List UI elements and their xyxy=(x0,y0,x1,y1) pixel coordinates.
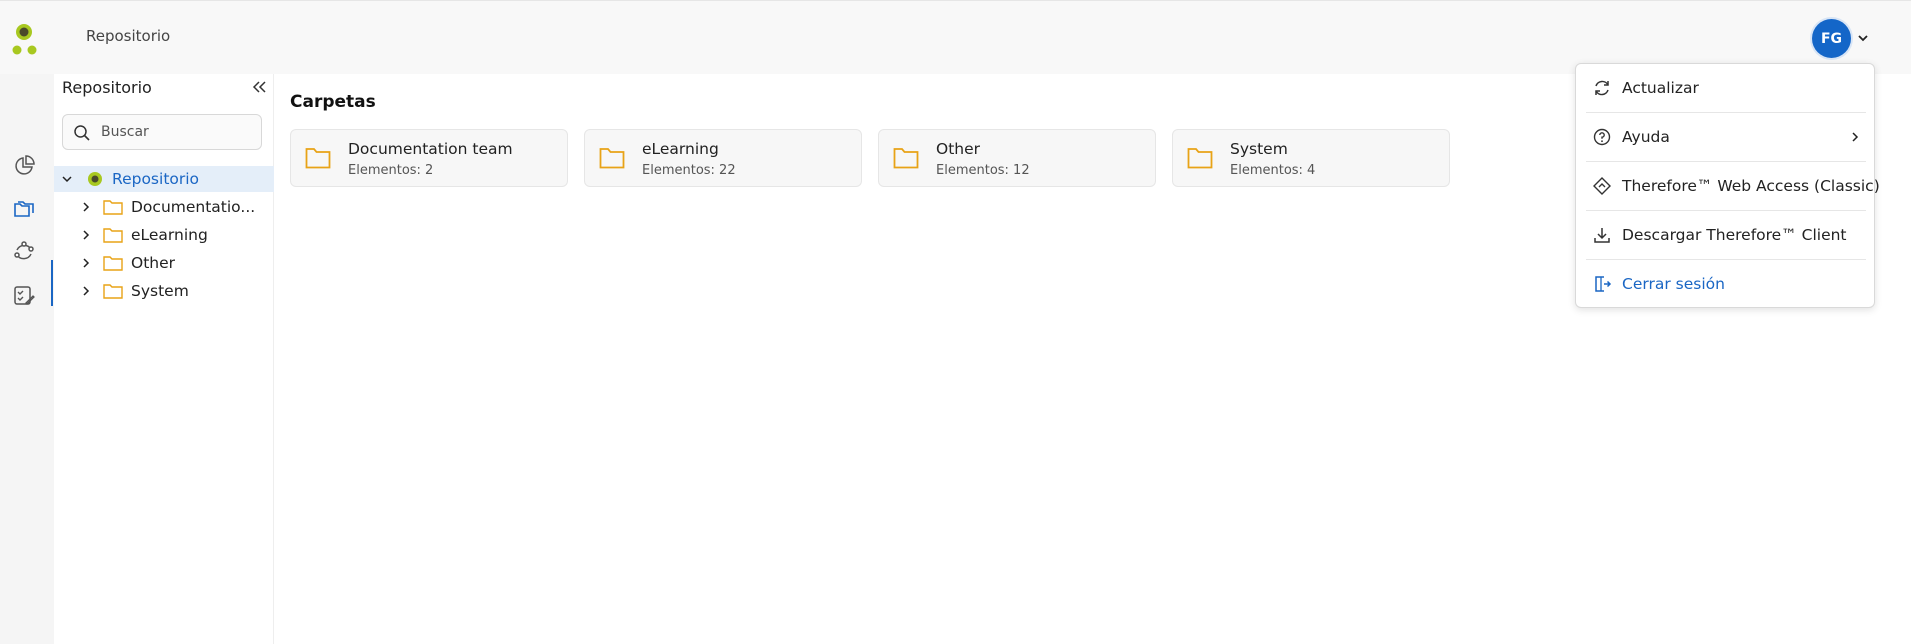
tree-item-label: Documentatio... xyxy=(131,198,256,216)
folder-count: Elementos: 22 xyxy=(642,163,736,178)
menu-item-label: Therefore™ Web Access (Classic) xyxy=(1622,177,1880,195)
folder-card-other[interactable]: Other Elementos: 12 xyxy=(878,129,1156,187)
folder-card-system[interactable]: System Elementos: 4 xyxy=(1172,129,1450,187)
tree-item-documentation[interactable]: Documentatio... xyxy=(54,194,274,220)
folder-count: Elementos: 4 xyxy=(1230,163,1316,178)
folder-icon xyxy=(103,200,123,215)
workflow-icon[interactable] xyxy=(12,240,36,264)
repository-tree-panel: Repositorio Repositorio xyxy=(54,74,274,644)
menu-item-sign-out[interactable]: Cerrar sesión xyxy=(1586,260,1866,308)
folder-card-documentation-team[interactable]: Documentation team Elementos: 2 xyxy=(290,129,568,187)
menu-item-label: Descargar Therefore™ Client xyxy=(1622,226,1847,244)
folder-count: Elementos: 2 xyxy=(348,163,434,178)
app-logo[interactable] xyxy=(8,23,42,57)
app: Repositorio FG Repositorio Buscar Reposi… xyxy=(0,0,1911,644)
refresh-icon xyxy=(1595,80,1609,96)
chevron-right-icon[interactable] xyxy=(79,228,93,242)
folder-name: eLearning xyxy=(642,140,719,158)
tree-item-system[interactable]: System xyxy=(54,278,274,304)
download-icon xyxy=(1594,228,1610,243)
collapse-panel-icon[interactable] xyxy=(250,78,268,96)
help-icon xyxy=(1593,128,1611,146)
menu-item-web-access-classic[interactable]: Therefore™ Web Access (Classic) xyxy=(1586,162,1880,210)
tree-item-elearning[interactable]: eLearning xyxy=(54,222,274,248)
user-avatar[interactable]: FG xyxy=(1812,19,1851,58)
folder-icon xyxy=(103,228,123,243)
folder-icon xyxy=(103,256,123,271)
tree-root-repository[interactable]: Repositorio xyxy=(54,166,274,192)
active-indicator xyxy=(51,260,53,306)
tree-search[interactable] xyxy=(62,114,262,150)
tasks-icon[interactable] xyxy=(12,283,36,307)
menu-item-help[interactable]: Ayuda xyxy=(1586,113,1866,161)
menu-item-label: Actualizar xyxy=(1622,79,1699,97)
menu-item-label: Cerrar sesión xyxy=(1622,275,1725,293)
tree-item-label: eLearning xyxy=(131,226,208,244)
chevron-right-icon[interactable] xyxy=(79,256,93,270)
tree-root-label: Repositorio xyxy=(112,170,200,188)
folder-icon xyxy=(893,148,919,169)
folder-count: Elementos: 12 xyxy=(936,163,1030,178)
chevron-down-icon[interactable] xyxy=(1856,31,1870,45)
folder-name: System xyxy=(1230,140,1288,158)
menu-item-label: Ayuda xyxy=(1622,128,1670,146)
user-menu: Actualizar Ayuda Therefore™ Web Access (… xyxy=(1575,63,1880,308)
tree-item-label: System xyxy=(131,282,189,300)
dashboard-icon[interactable] xyxy=(12,154,36,178)
chevron-right-icon[interactable] xyxy=(79,200,93,214)
folder-icon xyxy=(599,148,625,169)
folder-name: Other xyxy=(936,140,981,158)
folder-card-elearning[interactable]: eLearning Elementos: 22 xyxy=(584,129,862,187)
breadcrumb: Repositorio xyxy=(86,27,171,45)
tree-title: Repositorio xyxy=(62,78,152,97)
menu-item-download-client[interactable]: Descargar Therefore™ Client xyxy=(1586,211,1866,259)
search-input[interactable] xyxy=(101,122,251,142)
repository-icon[interactable] xyxy=(12,197,36,221)
section-title: Carpetas xyxy=(290,92,376,112)
folder-icon xyxy=(305,148,331,169)
chevron-down-icon[interactable] xyxy=(60,172,74,186)
search-icon xyxy=(74,125,90,141)
web-access-icon xyxy=(1593,177,1611,195)
sign-out-icon xyxy=(1595,276,1612,292)
icon-rail xyxy=(0,74,54,644)
folder-icon xyxy=(1187,148,1213,169)
folder-name: Documentation team xyxy=(348,140,513,158)
menu-item-refresh[interactable]: Actualizar xyxy=(1586,64,1866,112)
folder-icon xyxy=(103,284,123,299)
tree-item-label: Other xyxy=(131,254,176,272)
tree-item-other[interactable]: Other xyxy=(54,250,274,276)
chevron-right-icon xyxy=(1852,132,1859,142)
repository-root-icon xyxy=(88,172,102,186)
chevron-right-icon[interactable] xyxy=(79,284,93,298)
